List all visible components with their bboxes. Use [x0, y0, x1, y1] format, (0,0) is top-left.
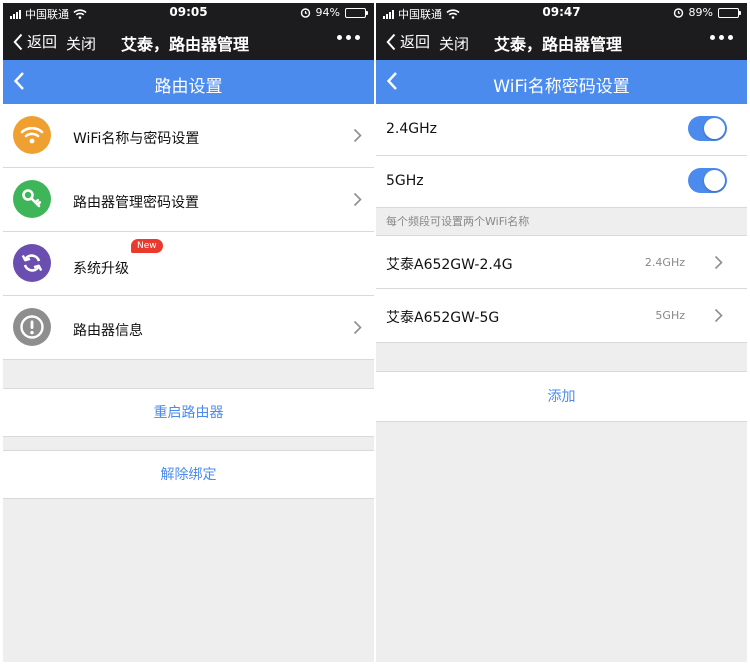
phone-screen-router-settings: 中国联通 09:05 94% 返回 关闭 艾泰，路由器管理 路由设置 WiFi名…: [3, 3, 374, 662]
more-dot-icon: [728, 35, 733, 40]
menu-item-label: 路由器信息: [73, 323, 143, 339]
back-label: 返回: [400, 33, 431, 51]
menu-item-admin-password[interactable]: 路由器管理密码设置: [3, 168, 374, 232]
ssid-name: 艾泰A652GW-5G: [386, 310, 500, 326]
app-header: 路由设置: [3, 60, 374, 104]
menu-item-system-upgrade[interactable]: 系统升级 New: [3, 232, 374, 296]
more-menu-button[interactable]: [710, 35, 733, 40]
unbind-button[interactable]: 解除绑定: [3, 450, 374, 499]
chevron-left-icon: [386, 33, 396, 50]
status-bar: 中国联通 09:05 94%: [3, 3, 374, 23]
ssid-band: 2.4GHz: [644, 256, 685, 269]
ssid-name: 艾泰A652GW-2.4G: [386, 257, 513, 273]
back-button[interactable]: 返回: [13, 31, 57, 52]
wechat-navbar: 返回 关闭 艾泰，路由器管理: [376, 23, 747, 60]
back-button[interactable]: 返回: [386, 31, 430, 52]
restart-router-button[interactable]: 重启路由器: [3, 388, 374, 437]
wechat-navbar: 返回 关闭 艾泰，路由器管理: [3, 23, 374, 60]
band-2g-toggle[interactable]: [688, 116, 727, 141]
band-5g-toggle[interactable]: [688, 168, 727, 193]
battery-percent: 89%: [688, 6, 713, 19]
page-title: WiFi名称密码设置: [493, 77, 630, 97]
menu-item-router-info[interactable]: 路由器信息: [3, 296, 374, 360]
close-button[interactable]: 关闭: [439, 33, 469, 54]
menu-item-label: WiFi名称与密码设置: [73, 131, 200, 147]
new-badge: New: [131, 239, 163, 253]
ssid-row[interactable]: 艾泰A652GW-2.4G 2.4GHz: [376, 235, 747, 289]
more-dot-icon: [346, 35, 351, 40]
band-row-5g: 5GHz: [376, 156, 747, 208]
page-title: 路由设置: [154, 77, 223, 97]
battery-percent: 94%: [315, 6, 340, 19]
toggle-knob: [704, 170, 725, 191]
chevron-right-icon: [714, 255, 723, 270]
more-menu-button[interactable]: [337, 35, 360, 40]
add-ssid-button[interactable]: 添加: [376, 371, 747, 422]
ssid-band: 5GHz: [655, 309, 685, 322]
status-bar: 中国联通 09:47 89%: [376, 3, 747, 23]
close-button[interactable]: 关闭: [66, 33, 96, 54]
toggle-knob: [704, 118, 725, 139]
band-label: 2.4GHz: [386, 121, 437, 137]
app-header: WiFi名称密码设置: [376, 60, 747, 104]
more-dot-icon: [710, 35, 715, 40]
info-icon: [13, 308, 51, 346]
alarm-icon: [300, 8, 310, 18]
more-dot-icon: [719, 35, 724, 40]
chevron-right-icon: [353, 128, 362, 143]
more-dot-icon: [337, 35, 342, 40]
wechat-title: 艾泰，路由器管理: [494, 35, 623, 54]
back-label: 返回: [27, 33, 58, 51]
chevron-right-icon: [353, 320, 362, 335]
section-hint: 每个频段可设置两个WiFi名称: [376, 208, 747, 235]
battery-icon: [345, 7, 368, 18]
menu-item-wifi-settings[interactable]: WiFi名称与密码设置: [3, 104, 374, 168]
alarm-icon: [673, 8, 683, 18]
chevron-right-icon: [714, 308, 723, 323]
menu-item-label: 系统升级: [73, 261, 129, 277]
battery-icon: [718, 7, 741, 18]
more-dot-icon: [355, 35, 360, 40]
wechat-title: 艾泰，路由器管理: [121, 35, 250, 54]
band-label: 5GHz: [386, 173, 424, 189]
wifi-icon: [13, 116, 51, 154]
band-row-2g: 2.4GHz: [376, 104, 747, 156]
menu-item-label: 路由器管理密码设置: [73, 195, 199, 211]
ssid-row[interactable]: 艾泰A652GW-5G 5GHz: [376, 289, 747, 343]
key-icon: [13, 180, 51, 218]
refresh-icon: [13, 244, 51, 282]
phone-screen-wifi-settings: 中国联通 09:47 89% 返回 关闭 艾泰，路由器管理 WiFi名称密码设置…: [376, 3, 747, 662]
chevron-left-icon: [13, 33, 23, 50]
chevron-right-icon: [353, 192, 362, 207]
